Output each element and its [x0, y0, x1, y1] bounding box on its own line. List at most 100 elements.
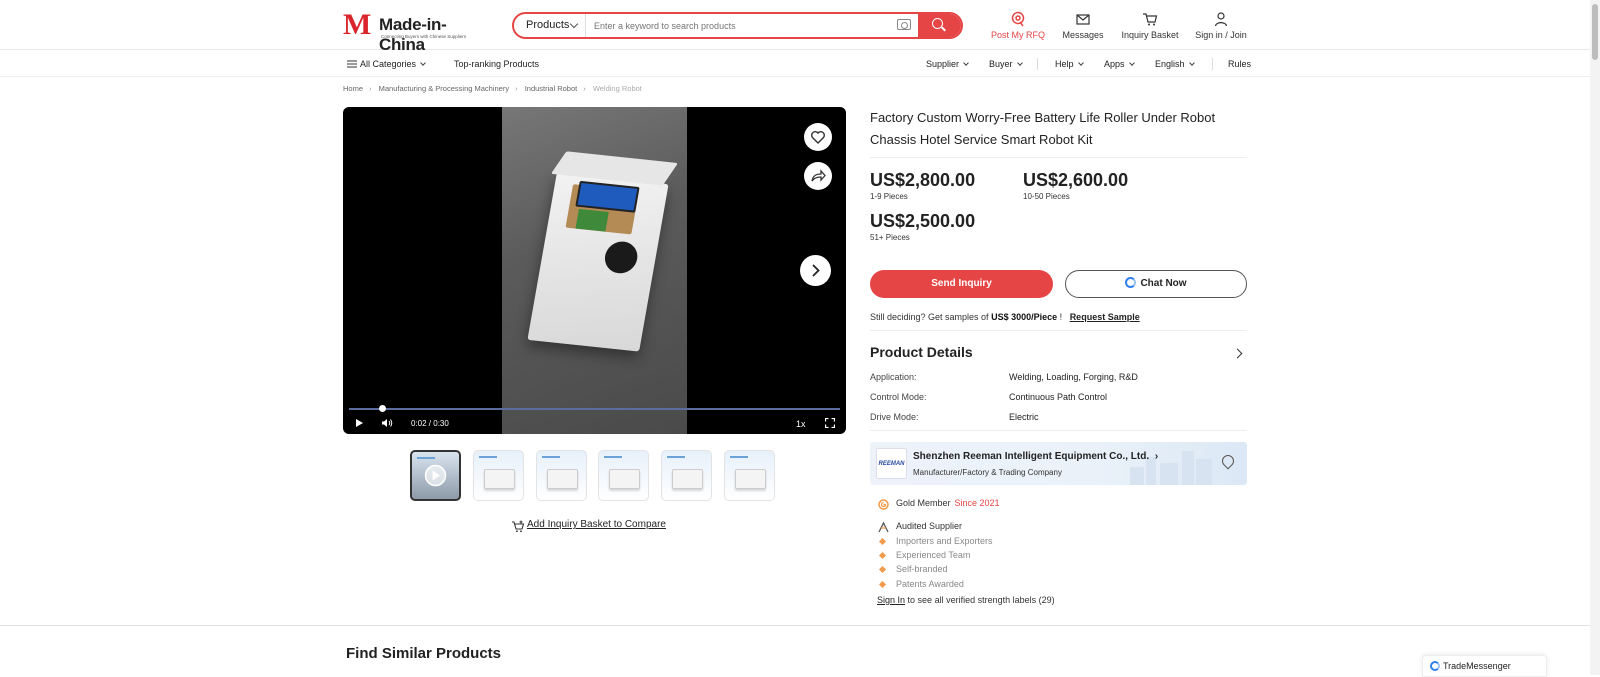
chevron-down-icon: [1077, 60, 1084, 66]
trade-messenger-button[interactable]: TradeMessenger: [1422, 655, 1547, 677]
play-button[interactable]: [355, 418, 364, 430]
add-to-compare-link[interactable]: Add Inquiry Basket to Compare: [527, 519, 666, 530]
page-scrollbar[interactable]: [1590, 0, 1600, 675]
thumbnail-video[interactable]: [410, 450, 461, 501]
all-categories-label: All Categories: [360, 59, 417, 69]
play-circle-icon: [424, 464, 447, 487]
chevron-down-icon: [1016, 60, 1023, 66]
volume-icon: [382, 419, 393, 427]
strength-label: Self-branded: [896, 564, 948, 574]
fullscreen-button[interactable]: [824, 417, 836, 430]
price-tier-1-qty: 1-9 Pieces: [870, 192, 908, 201]
trade-messenger-label: TradeMessenger: [1443, 661, 1511, 671]
sign-in-prompt-text: to see all verified strength labels (29): [907, 595, 1055, 605]
messages-label: Messages: [1062, 30, 1104, 40]
progress-knob[interactable]: [378, 405, 386, 412]
product-video-player[interactable]: 0:02 / 0:30 1x: [343, 107, 846, 434]
chat-now-label: Chat Now: [1140, 278, 1187, 289]
price-tier-3-qty: 51+ Pieces: [870, 233, 910, 242]
chevron-right-icon[interactable]: [1232, 348, 1243, 359]
gold-member-label: Gold Member: [896, 498, 951, 508]
post-rfq-button[interactable]: Post My RFQ: [990, 11, 1046, 40]
help-menu[interactable]: Help: [1055, 59, 1084, 69]
chevron-down-icon: [963, 60, 969, 66]
attr-drive-mode-value: Electric: [1009, 412, 1039, 422]
chevron-down-icon: [420, 60, 426, 66]
search-input[interactable]: [594, 16, 894, 35]
divider: [870, 157, 1247, 158]
messages-button[interactable]: Messages: [1058, 11, 1108, 40]
video-frame: [502, 107, 687, 434]
share-button[interactable]: [804, 162, 832, 190]
thumbnail-image[interactable]: [473, 450, 524, 501]
volume-button[interactable]: [381, 418, 393, 430]
product-details-title[interactable]: Product Details: [870, 344, 973, 360]
location-pin-icon[interactable]: [1219, 452, 1237, 470]
breadcrumb-current: Welding Robot: [592, 84, 642, 93]
camera-icon[interactable]: [897, 19, 911, 30]
nav-divider: [1212, 58, 1213, 70]
divider: [870, 430, 1247, 431]
strength-label: Experienced Team: [896, 550, 971, 560]
supplier-card[interactable]: REEMAN Shenzhen Reeman Intelligent Equip…: [870, 442, 1247, 485]
logo-mark: M: [343, 8, 371, 41]
buyer-menu[interactable]: Buyer: [989, 59, 1023, 69]
language-menu-label: English: [1155, 59, 1185, 69]
chevron-down-icon: [569, 19, 579, 29]
thumbnail-image[interactable]: [536, 450, 587, 501]
price-tier-3: US$2,500.00: [870, 211, 976, 231]
attr-control-mode-key: Control Mode:: [870, 392, 927, 402]
all-categories-menu[interactable]: All Categories: [347, 59, 426, 69]
chevron-right-icon: ›: [515, 84, 518, 93]
chat-now-button[interactable]: Chat Now: [1065, 270, 1247, 298]
supplier-name-link[interactable]: Shenzhen Reeman Intelligent Equipment Co…: [913, 451, 1158, 462]
sign-in-join-button[interactable]: Sign in / Join: [1193, 11, 1249, 40]
breadcrumb-home[interactable]: Home: [343, 84, 363, 93]
breadcrumb-subcategory[interactable]: Industrial Robot: [525, 84, 578, 93]
price-tier-2-qty: 10-50 Pieces: [1023, 192, 1070, 201]
thumbnail-image[interactable]: [724, 450, 775, 501]
diamond-bullet-icon: [878, 551, 887, 560]
site-logo[interactable]: M Made-in-China Connecting Buyers with C…: [343, 8, 483, 55]
sample-prefix: Still deciding? Get samples of: [870, 312, 989, 322]
attr-application-key: Application:: [870, 372, 917, 382]
favorite-button[interactable]: [804, 123, 832, 151]
chevron-right-icon: [812, 264, 820, 277]
send-inquiry-button[interactable]: Send Inquiry: [870, 270, 1053, 298]
breadcrumb: Home › Manufacturing & Processing Machine…: [343, 84, 646, 93]
audited-supplier-icon: [878, 520, 889, 533]
rfq-icon: [990, 11, 1046, 27]
apps-menu[interactable]: Apps: [1104, 59, 1135, 69]
inquiry-basket-button[interactable]: Inquiry Basket: [1120, 11, 1180, 40]
request-sample-link[interactable]: Request Sample: [1070, 312, 1140, 322]
cart-icon: [1120, 11, 1180, 27]
supplier-logo[interactable]: REEMAN: [876, 448, 907, 479]
thumbnail-image[interactable]: [661, 450, 712, 501]
inquiry-basket-label: Inquiry Basket: [1121, 30, 1179, 40]
heart-icon: [811, 131, 825, 144]
top-ranking-link[interactable]: Top-ranking Products: [454, 59, 539, 69]
search-category-select[interactable]: Products: [514, 14, 586, 37]
rules-link[interactable]: Rules: [1228, 59, 1251, 69]
help-menu-label: Help: [1055, 59, 1074, 69]
search-button[interactable]: [918, 14, 961, 37]
chevron-right-icon: ›: [583, 84, 586, 93]
search-icon: [932, 18, 943, 29]
video-progress-bar[interactable]: [349, 405, 840, 412]
breadcrumb-category[interactable]: Manufacturing & Processing Machinery: [379, 84, 509, 93]
member-since: Since 2021: [954, 498, 1000, 508]
thumbnail-image[interactable]: [598, 450, 649, 501]
language-menu[interactable]: English: [1155, 59, 1195, 69]
chevron-down-icon: [1128, 60, 1135, 66]
sign-in-link[interactable]: Sign In: [877, 595, 905, 605]
mail-icon: [1058, 11, 1108, 27]
chat-icon: [1125, 277, 1137, 288]
supplier-menu[interactable]: Supplier: [926, 59, 969, 69]
audited-supplier-label: Audited Supplier: [896, 521, 963, 531]
playback-speed-button[interactable]: 1x: [796, 419, 806, 429]
chevron-right-icon: ›: [369, 84, 372, 93]
scrollbar-thumb[interactable]: [1592, 4, 1598, 60]
next-slide-button[interactable]: [800, 255, 831, 286]
sample-price: US$ 3000/Piece: [991, 312, 1058, 322]
sample-info: Still deciding? Get samples of US$ 3000/…: [870, 312, 1140, 322]
